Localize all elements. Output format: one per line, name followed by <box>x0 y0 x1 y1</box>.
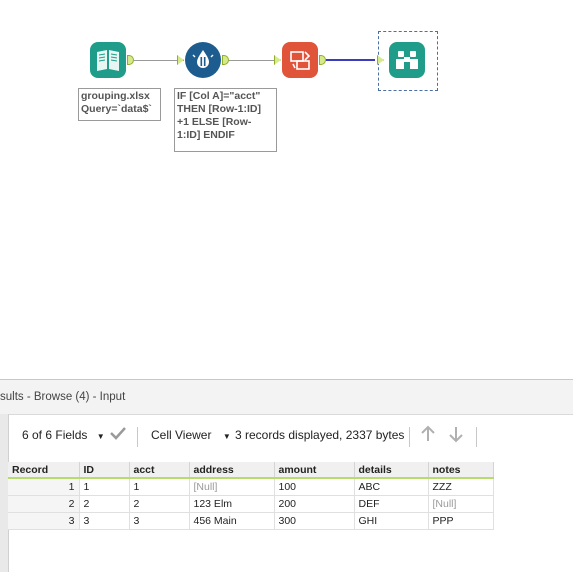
cell-viewer-label: Cell Viewer <box>151 428 212 442</box>
binoculars-icon <box>396 51 418 69</box>
crosstab-output-anchor[interactable] <box>319 55 326 65</box>
input-data-tool[interactable] <box>90 42 126 78</box>
annotation-line: Query=`data$` <box>81 103 152 115</box>
results-toolbar: 6 of 6 Fields ▼ Cell Viewer ▼ 3 records … <box>8 414 573 460</box>
cell[interactable]: 2 <box>129 495 190 513</box>
cell[interactable]: 1 <box>129 478 190 496</box>
multi-row-formula-icon <box>192 50 214 68</box>
browse-tool[interactable] <box>389 42 425 78</box>
fields-selector[interactable]: 6 of 6 Fields ▼ <box>22 428 105 442</box>
results-grid[interactable]: Record ID acct address amount details no… <box>8 462 494 530</box>
cell[interactable]: 3 <box>79 512 130 530</box>
annotation-line: IF [Col A]="acct" <box>177 90 261 102</box>
cell[interactable]: ZZZ <box>428 478 494 496</box>
cell[interactable]: 100 <box>274 478 355 496</box>
chevron-down-icon: ▼ <box>96 432 105 441</box>
column-header[interactable]: ID <box>79 462 130 479</box>
table-row[interactable]: 1 1 1 [Null] 100 ABC ZZZ <box>8 478 494 496</box>
input-tool-annotation: grouping.xlsx Query=`data$` <box>78 88 161 121</box>
cell[interactable]: 456 Main <box>189 512 275 530</box>
column-header[interactable]: details <box>354 462 429 479</box>
connection-formula-crosstab[interactable] <box>229 60 274 61</box>
checkmark-icon[interactable] <box>109 425 127 444</box>
cell[interactable]: 123 Elm <box>189 495 275 513</box>
record-number: 2 <box>8 495 80 513</box>
annotation-line: +1 ELSE [Row- <box>177 116 252 128</box>
arrow-down-icon[interactable] <box>447 425 465 446</box>
workflow-canvas[interactable]: grouping.xlsx Query=`data$` IF [Col A]="… <box>0 0 573 379</box>
record-number: 1 <box>8 478 80 496</box>
crosstab-input-anchor[interactable] <box>274 55 281 65</box>
cell[interactable]: 300 <box>274 512 355 530</box>
cell[interactable]: 2 <box>79 495 130 513</box>
results-window: sults - Browse (4) - Input 6 of 6 Fields… <box>0 379 573 572</box>
cell[interactable]: DEF <box>354 495 429 513</box>
column-header[interactable]: Record <box>8 462 80 479</box>
records-info: 3 records displayed, 2337 bytes <box>235 428 405 442</box>
cell[interactable]: 1 <box>79 478 130 496</box>
connection-crosstab-browse[interactable] <box>326 59 375 61</box>
input-output-anchor[interactable] <box>127 55 134 65</box>
formula-tool-annotation: IF [Col A]="acct" THEN [Row-1:ID] +1 ELS… <box>174 88 277 152</box>
formula-output-anchor[interactable] <box>222 55 229 65</box>
table-row[interactable]: 2 2 2 123 Elm 200 DEF [Null] <box>8 495 494 513</box>
column-header[interactable]: notes <box>428 462 494 479</box>
cell[interactable]: [Null] <box>189 478 275 496</box>
toolbar-divider <box>409 427 410 447</box>
multi-row-formula-tool[interactable] <box>185 42 221 78</box>
crosstab-tool[interactable] <box>282 42 318 78</box>
formula-input-anchor[interactable] <box>177 55 184 65</box>
annotation-line: 1:ID] ENDIF <box>177 129 235 141</box>
cell[interactable]: PPP <box>428 512 494 530</box>
annotation-line: THEN [Row-1:ID] <box>177 103 261 115</box>
fields-label: 6 of 6 Fields <box>22 428 88 442</box>
chevron-down-icon: ▼ <box>222 432 231 441</box>
crosstab-icon <box>290 51 311 70</box>
annotation-line: grouping.xlsx <box>81 90 150 102</box>
book-icon <box>97 50 119 71</box>
cell[interactable]: [Null] <box>428 495 494 513</box>
cell[interactable]: ABC <box>354 478 429 496</box>
cell-viewer-selector[interactable]: Cell Viewer ▼ <box>151 428 231 442</box>
arrow-up-icon[interactable] <box>419 425 437 446</box>
toolbar-divider <box>137 427 138 447</box>
toolbar-divider <box>476 427 477 447</box>
record-number: 3 <box>8 512 80 530</box>
column-header[interactable]: acct <box>129 462 190 479</box>
results-title: sults - Browse (4) - Input <box>0 380 573 415</box>
column-header[interactable]: address <box>189 462 275 479</box>
grid-header-row: Record ID acct address amount details no… <box>8 462 494 479</box>
cell[interactable]: GHI <box>354 512 429 530</box>
cell[interactable]: 200 <box>274 495 355 513</box>
connection-input-formula[interactable] <box>134 60 184 61</box>
column-header[interactable]: amount <box>274 462 355 479</box>
table-row[interactable]: 3 3 3 456 Main 300 GHI PPP <box>8 512 494 530</box>
cell[interactable]: 3 <box>129 512 190 530</box>
